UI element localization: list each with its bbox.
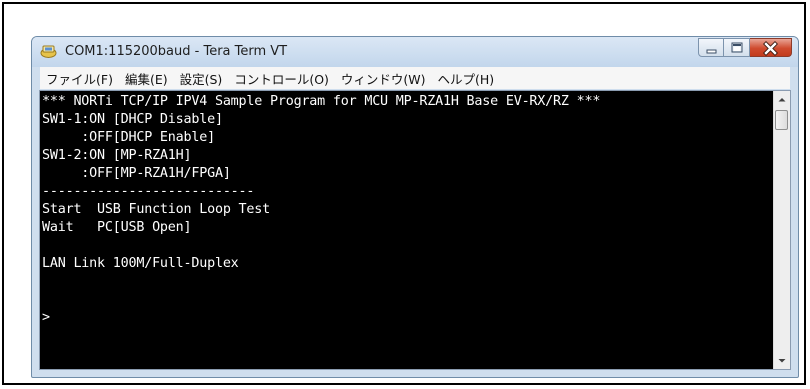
scroll-down-button[interactable] bbox=[774, 352, 791, 369]
scrollbar-thumb[interactable] bbox=[775, 110, 788, 130]
menu-setup[interactable]: 設定(S) bbox=[174, 69, 229, 88]
client-area: *** NORTi TCP/IP IPV4 Sample Program for… bbox=[39, 90, 791, 370]
menu-control[interactable]: コントロール(O) bbox=[228, 69, 335, 88]
terminal-line: :OFF[MP-RZA1H/FPGA] bbox=[42, 166, 231, 181]
terminal-line: Start USB Function Loop Test bbox=[42, 202, 270, 217]
scroll-up-icon bbox=[778, 98, 786, 102]
maximize-button[interactable] bbox=[724, 38, 750, 57]
terminal-screen[interactable]: *** NORTi TCP/IP IPV4 Sample Program for… bbox=[40, 91, 773, 369]
menu-bar: ファイル(F) 編集(E) 設定(S) コントロール(O) ウィンドウ(W) ヘ… bbox=[40, 67, 790, 89]
close-icon bbox=[763, 41, 778, 56]
terminal-line: LAN Link 100M/Full-Duplex bbox=[42, 256, 239, 271]
menu-file[interactable]: ファイル(F) bbox=[40, 69, 119, 88]
terminal-line: *** NORTi TCP/IP IPV4 Sample Program for… bbox=[42, 94, 601, 109]
maximize-icon bbox=[731, 42, 743, 53]
tera-term-window: COM1:115200baud - Tera Term VT ファイル(F) 編… bbox=[31, 36, 799, 378]
minimize-icon bbox=[706, 49, 717, 54]
menu-window[interactable]: ウィンドウ(W) bbox=[335, 69, 432, 88]
menu-edit[interactable]: 編集(E) bbox=[119, 69, 174, 88]
terminal-line: SW1-1:ON [DHCP Disable] bbox=[42, 112, 223, 127]
screenshot-frame: COM1:115200baud - Tera Term VT ファイル(F) 編… bbox=[2, 2, 806, 385]
vertical-scrollbar[interactable] bbox=[773, 91, 790, 369]
scroll-down-icon bbox=[778, 359, 786, 363]
window-title: COM1:115200baud - Tera Term VT bbox=[65, 44, 288, 59]
caption-buttons bbox=[698, 38, 792, 57]
scroll-up-button[interactable] bbox=[774, 91, 791, 108]
terminal-line: :OFF[DHCP Enable] bbox=[42, 130, 215, 145]
minimize-button[interactable] bbox=[698, 38, 724, 57]
tera-term-app-icon[interactable] bbox=[40, 44, 57, 58]
terminal-line: --------------------------- bbox=[42, 184, 255, 199]
terminal-prompt: > bbox=[42, 310, 50, 325]
close-button[interactable] bbox=[750, 38, 792, 57]
menu-help[interactable]: ヘルプ(H) bbox=[432, 69, 501, 88]
terminal-line: SW1-2:ON [MP-RZA1H] bbox=[42, 148, 192, 163]
terminal-line: Wait PC[USB Open] bbox=[42, 220, 192, 235]
title-bar[interactable]: COM1:115200baud - Tera Term VT bbox=[32, 37, 798, 67]
